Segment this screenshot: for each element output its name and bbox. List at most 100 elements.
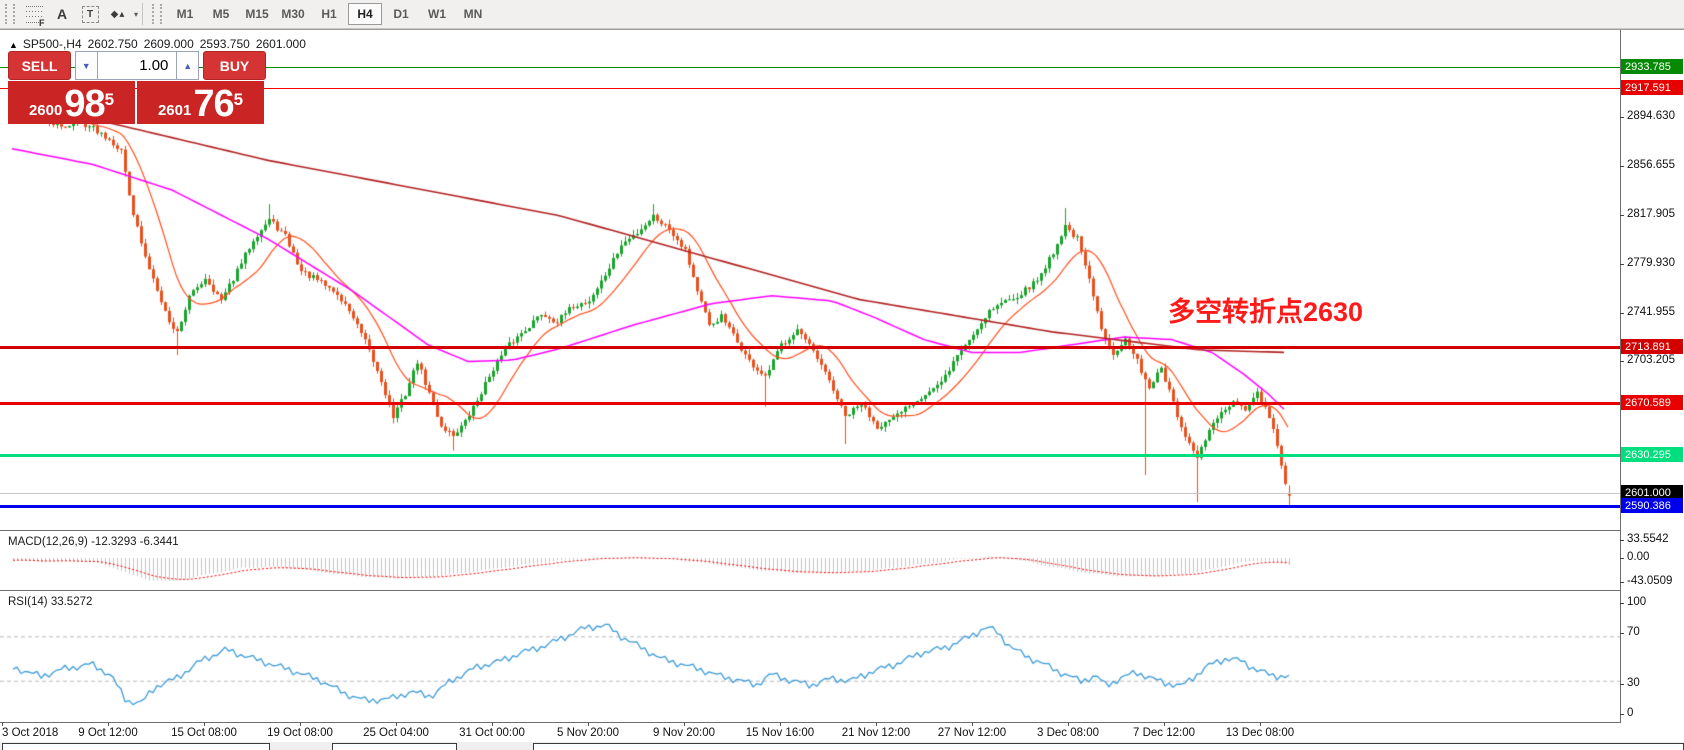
price-tick-mark <box>1620 215 1624 216</box>
time-axis-label: 13 Dec 08:00 <box>1226 727 1294 739</box>
time-tick-mark <box>972 722 973 726</box>
time-tick-mark <box>1260 722 1261 726</box>
toolbar-grip[interactable] <box>5 4 15 24</box>
ask-pips: 5 <box>234 81 243 119</box>
toolbar-separator <box>142 3 143 25</box>
price-badge: 2713.891 <box>1621 339 1683 354</box>
macd-indicator-canvas[interactable] <box>0 532 1620 589</box>
macd-tick-mark <box>1620 582 1624 583</box>
time-tick-mark <box>1164 722 1165 726</box>
level-line-2590.386[interactable] <box>0 505 1620 508</box>
volume-input[interactable]: 1.00 <box>98 51 177 80</box>
bid-pips: 5 <box>105 81 114 119</box>
time-tick-mark <box>204 722 205 726</box>
macd-tick-mark <box>1620 558 1624 559</box>
price-tick-label: 2703.205 <box>1627 354 1675 366</box>
one-click-trading-panel: SELL ▼ 1.00 ▲ BUY 2600 98 5 2601 76 5 <box>8 51 266 124</box>
time-axis-label: 15 Nov 16:00 <box>746 727 814 739</box>
price-tick-mark <box>1620 361 1624 362</box>
time-tick-mark <box>2 722 3 726</box>
timeframe-button-h4[interactable]: H4 <box>348 3 382 25</box>
text-icon[interactable]: A <box>49 3 75 25</box>
drawing-tools-group: FAT◆▴ <box>20 3 132 25</box>
time-axis-label: 9 Oct 12:00 <box>78 727 137 739</box>
price-badge: 2630.295 <box>1621 447 1683 462</box>
timeframe-button-m1[interactable]: M1 <box>168 3 202 25</box>
time-axis-label: 31 Oct 00:00 <box>459 727 525 739</box>
rsi-tick-mark <box>1620 684 1624 685</box>
volume-increase-button[interactable]: ▲ <box>176 51 199 80</box>
timeframe-button-m15[interactable]: M15 <box>240 3 274 25</box>
time-tick-mark <box>876 722 877 726</box>
volume-decrease-button[interactable]: ▼ <box>75 51 98 80</box>
price-tick-label: 2856.655 <box>1627 159 1675 171</box>
arrows-icon[interactable]: ◆▴ <box>105 3 131 25</box>
pane-divider[interactable] <box>0 590 1620 591</box>
pane-divider[interactable] <box>0 530 1620 531</box>
price-tick-label: 2741.955 <box>1627 306 1675 318</box>
time-axis-label: 25 Oct 04:00 <box>363 727 429 739</box>
docked-window-edge[interactable] <box>332 743 457 750</box>
price-badge: 2933.785 <box>1621 59 1683 74</box>
time-tick-mark <box>588 722 589 726</box>
price-tick-mark <box>1620 313 1624 314</box>
timeframe-button-h1[interactable]: H1 <box>312 3 346 25</box>
time-axis-label: 5 Nov 20:00 <box>557 727 619 739</box>
ask-prefix: 2601 <box>158 101 191 121</box>
rsi-axis-label: 100 <box>1627 596 1646 608</box>
docked-window-edge[interactable] <box>533 743 1684 750</box>
rsi-indicator-canvas[interactable] <box>0 592 1620 722</box>
timeframes-group: M1M5M15M30H1H4D1W1MN <box>167 3 491 25</box>
ask-big-digits: 76 <box>193 87 233 121</box>
macd-values: -12.3293 -6.3441 <box>91 536 179 548</box>
time-axis-label: 19 Oct 08:00 <box>267 727 333 739</box>
price-tick-label: 2894.630 <box>1627 110 1675 122</box>
macd-label: MACD(12,26,9) -12.3293 -6.3441 <box>8 536 179 548</box>
time-tick-mark <box>1068 722 1069 726</box>
timeframe-button-w1[interactable]: W1 <box>420 3 454 25</box>
ask-price-box[interactable]: 2601 76 5 <box>137 81 264 124</box>
time-tick-mark <box>108 722 109 726</box>
toolbar-grip-2[interactable] <box>152 4 162 24</box>
top-toolbar: FAT◆▴ ▾ M1M5M15M30H1H4D1W1MN <box>0 0 1684 29</box>
docked-window-edge[interactable] <box>2 743 270 750</box>
chart-annotation: 多空转折点2630 <box>1168 290 1363 329</box>
timeframe-button-d1[interactable]: D1 <box>384 3 418 25</box>
fibonacci-icon[interactable]: F <box>21 3 47 25</box>
time-axis-label: 21 Nov 12:00 <box>842 727 910 739</box>
price-badge: 2590.386 <box>1621 498 1683 513</box>
price-tick-label: 2817.905 <box>1627 208 1675 220</box>
level-line-2601[interactable] <box>0 493 1620 494</box>
level-line-2713.891[interactable] <box>0 346 1620 349</box>
macd-tick-mark <box>1620 540 1624 541</box>
time-axis-label: 7 Dec 12:00 <box>1133 727 1195 739</box>
price-tick-label: 2779.930 <box>1627 257 1675 269</box>
macd-axis-label: 0.00 <box>1627 551 1649 563</box>
sell-button[interactable]: SELL <box>8 51 71 80</box>
label-icon[interactable]: T <box>77 3 103 25</box>
timeframe-button-mn[interactable]: MN <box>456 3 490 25</box>
time-tick-mark <box>396 722 397 726</box>
time-tick-mark <box>780 722 781 726</box>
buy-button[interactable]: BUY <box>203 51 266 80</box>
rsi-label: RSI(14) 33.5272 <box>8 596 92 608</box>
bid-prefix: 2600 <box>29 101 62 121</box>
price-tick-mark <box>1620 264 1624 265</box>
macd-axis-label: 33.5542 <box>1627 533 1669 545</box>
price-tick-mark <box>1620 117 1624 118</box>
bottom-strip <box>0 742 1684 750</box>
bid-price-box[interactable]: 2600 98 5 <box>8 81 135 124</box>
price-tick-mark <box>1620 166 1624 167</box>
time-axis-label: 3 Oct 2018 <box>2 727 58 739</box>
timeframe-button-m5[interactable]: M5 <box>204 3 238 25</box>
timeframe-button-m30[interactable]: M30 <box>276 3 310 25</box>
macd-axis-label: -43.0509 <box>1627 575 1672 587</box>
price-badge: 2917.591 <box>1621 80 1683 95</box>
chevron-down-icon[interactable]: ▾ <box>134 10 138 19</box>
level-line-2670.589[interactable] <box>0 402 1620 405</box>
rsi-tick-mark <box>1620 633 1624 634</box>
level-line-2630.295[interactable] <box>0 454 1620 457</box>
rsi-axis-label: 0 <box>1627 707 1633 719</box>
time-axis-label: 9 Nov 20:00 <box>653 727 715 739</box>
mt4-application: FAT◆▴ ▾ M1M5M15M30H1H4D1W1MN ▲SP500-,H42… <box>0 0 1684 750</box>
